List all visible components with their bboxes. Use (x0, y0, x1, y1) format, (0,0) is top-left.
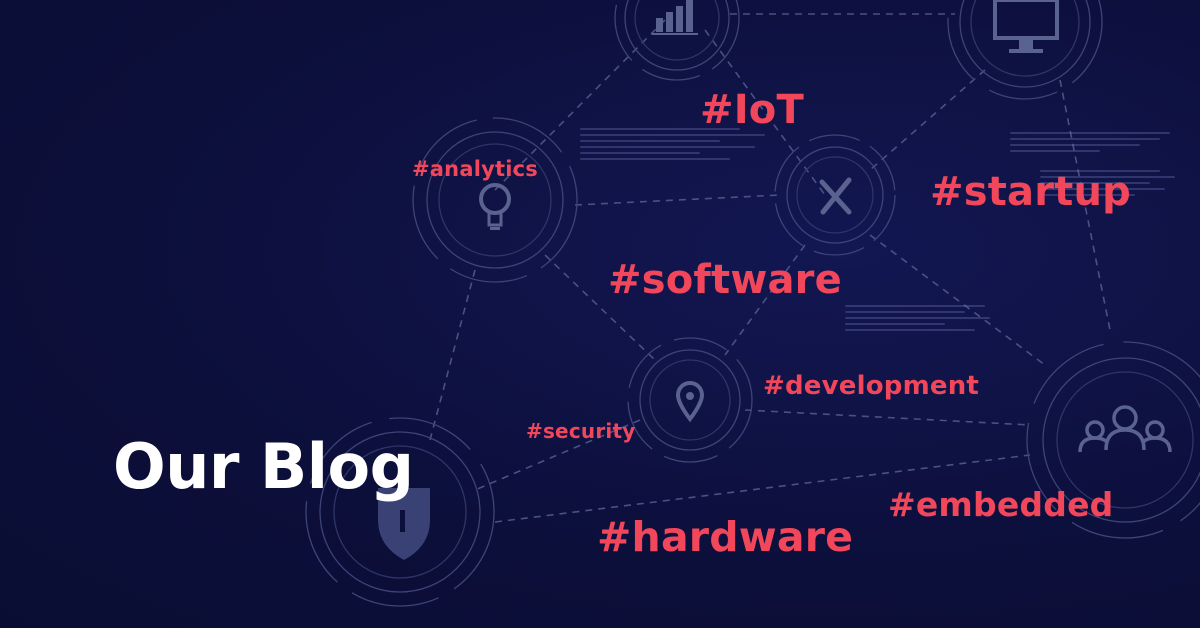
blog-banner: #IoT #analytics #startup #software #deve… (0, 0, 1200, 628)
connection-line (869, 234, 1046, 366)
connection-line (429, 269, 476, 441)
tag-embedded: #embedded (888, 485, 1114, 524)
people-group-icon (1078, 405, 1172, 453)
code-snippet-decoration (1010, 132, 1175, 156)
connection-line (744, 409, 1031, 426)
tools-icon (819, 177, 852, 215)
tag-development: #development (763, 371, 980, 401)
tag-startup: #startup (930, 169, 1131, 215)
lightbulb-node (412, 117, 578, 283)
monitor-icon (993, 0, 1059, 53)
tag-security: #security (526, 419, 636, 443)
tag-software: #software (608, 257, 842, 303)
page-title: Our Blog (113, 430, 414, 503)
connection-line (574, 194, 781, 206)
tag-analytics: #analytics (412, 157, 538, 181)
bar-chart-icon (652, 0, 698, 35)
tag-hardware: #hardware (597, 513, 854, 561)
tag-iot: #IoT (700, 87, 804, 133)
connection-line (869, 69, 986, 171)
code-snippet-decoration (580, 128, 770, 164)
lightbulb-icon (479, 183, 511, 230)
code-snippet-decoration (845, 305, 995, 335)
location-pin-icon (675, 380, 705, 423)
